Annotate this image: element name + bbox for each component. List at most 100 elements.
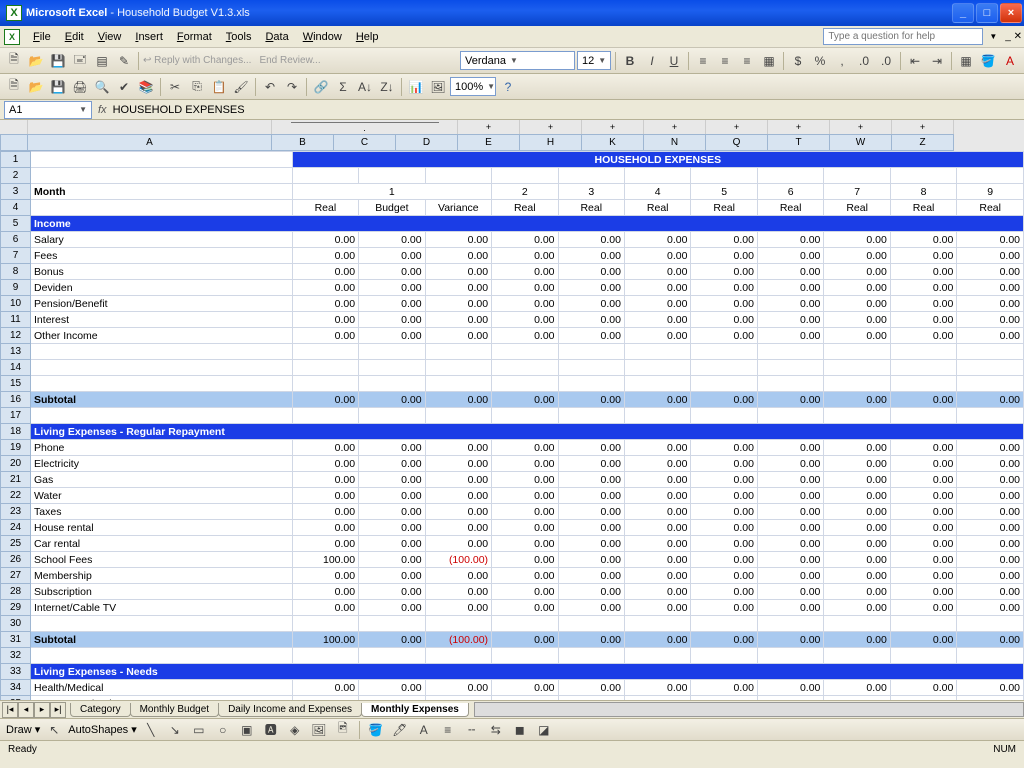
- cell[interactable]: [359, 168, 425, 184]
- cell[interactable]: [757, 168, 823, 184]
- row-header[interactable]: 4: [1, 200, 31, 216]
- cell[interactable]: 0.00: [292, 520, 358, 536]
- tab-nav-prev[interactable]: ◂: [18, 702, 34, 718]
- cell[interactable]: [425, 376, 491, 392]
- cell[interactable]: 0.00: [624, 584, 690, 600]
- outline-expand-button[interactable]: +: [768, 120, 830, 134]
- cell[interactable]: 0.00: [957, 264, 1024, 280]
- drawing-button[interactable]: 🖼: [428, 77, 448, 97]
- cell[interactable]: Salary: [31, 232, 293, 248]
- cell[interactable]: 0.00: [957, 456, 1024, 472]
- cell[interactable]: 0.00: [558, 600, 624, 616]
- cell[interactable]: 0.00: [824, 440, 890, 456]
- cell[interactable]: [957, 344, 1024, 360]
- arrow-button[interactable]: ↘: [165, 720, 185, 740]
- cell[interactable]: Living Expenses - Regular Repayment: [31, 424, 1024, 440]
- line-style-button[interactable]: ≡: [438, 720, 458, 740]
- cell[interactable]: 0.00: [824, 392, 890, 408]
- cell[interactable]: 0.00: [890, 488, 956, 504]
- cell[interactable]: 0.00: [691, 392, 757, 408]
- cell[interactable]: 0.00: [558, 280, 624, 296]
- spreadsheet-grid[interactable]: .++++++++ ABCDEHKNQTWZ 1HOUSEHOLD EXPENS…: [0, 120, 1024, 700]
- cell[interactable]: 0.00: [624, 392, 690, 408]
- cell[interactable]: Fees: [31, 248, 293, 264]
- cell[interactable]: 0.00: [425, 600, 491, 616]
- cell[interactable]: 0.00: [890, 456, 956, 472]
- cell[interactable]: 0.00: [691, 488, 757, 504]
- row-header[interactable]: 22: [1, 488, 31, 504]
- cell[interactable]: [824, 344, 890, 360]
- row-header[interactable]: 10: [1, 296, 31, 312]
- cell[interactable]: [425, 408, 491, 424]
- cell[interactable]: [292, 408, 358, 424]
- cell[interactable]: 0.00: [558, 696, 624, 701]
- cell[interactable]: 0.00: [624, 296, 690, 312]
- cell[interactable]: [292, 648, 358, 664]
- cell[interactable]: [425, 616, 491, 632]
- cell[interactable]: 0.00: [425, 536, 491, 552]
- cell[interactable]: 0.00: [824, 680, 890, 696]
- cell[interactable]: 0.00: [292, 328, 358, 344]
- cell[interactable]: 0.00: [425, 232, 491, 248]
- cell[interactable]: 100.00: [292, 552, 358, 568]
- cell[interactable]: 0.00: [359, 584, 425, 600]
- cell[interactable]: 0.00: [757, 280, 823, 296]
- cell[interactable]: 0.00: [359, 520, 425, 536]
- outline-expand-button[interactable]: .: [272, 120, 458, 134]
- cell[interactable]: 0.00: [824, 312, 890, 328]
- cell[interactable]: 0.00: [624, 328, 690, 344]
- cell[interactable]: Pension/Benefit: [31, 296, 293, 312]
- cell[interactable]: 0.00: [890, 264, 956, 280]
- cell[interactable]: 0.00: [425, 456, 491, 472]
- row-header[interactable]: 34: [1, 680, 31, 696]
- cell[interactable]: 3: [558, 184, 624, 200]
- cell[interactable]: 0.00: [558, 584, 624, 600]
- cell[interactable]: 0.00: [558, 488, 624, 504]
- cell[interactable]: 0.00: [492, 328, 558, 344]
- cell[interactable]: 0.00: [957, 552, 1024, 568]
- 3d-button[interactable]: ◪: [534, 720, 554, 740]
- row-header[interactable]: 31: [1, 632, 31, 648]
- cell[interactable]: [31, 408, 293, 424]
- cell[interactable]: 0.00: [359, 296, 425, 312]
- cell[interactable]: 0.00: [624, 632, 690, 648]
- outline-expand-button[interactable]: +: [830, 120, 892, 134]
- sort-asc-button[interactable]: A↓: [355, 77, 375, 97]
- cell[interactable]: 0.00: [957, 632, 1024, 648]
- cell[interactable]: 0.00: [824, 696, 890, 701]
- font-color-button[interactable]: A: [414, 720, 434, 740]
- cell[interactable]: 9: [957, 184, 1024, 200]
- cell[interactable]: 0.00: [359, 696, 425, 701]
- cell[interactable]: 0.00: [824, 536, 890, 552]
- cell[interactable]: 0.00: [558, 440, 624, 456]
- cell[interactable]: [957, 376, 1024, 392]
- cell[interactable]: 0.00: [558, 504, 624, 520]
- cell[interactable]: [558, 616, 624, 632]
- cell[interactable]: Living Expenses - Needs: [31, 664, 1024, 680]
- cell[interactable]: [31, 648, 293, 664]
- align-left-button[interactable]: ≡: [693, 51, 713, 71]
- cell[interactable]: [558, 168, 624, 184]
- cell[interactable]: [425, 168, 491, 184]
- cell[interactable]: [890, 616, 956, 632]
- cell[interactable]: 0.00: [359, 280, 425, 296]
- cell[interactable]: 0.00: [957, 680, 1024, 696]
- cell[interactable]: [292, 616, 358, 632]
- shadow-button[interactable]: ◼: [510, 720, 530, 740]
- cell[interactable]: [558, 408, 624, 424]
- column-header[interactable]: Q: [706, 134, 768, 151]
- sheet-tab[interactable]: Monthly Budget: [130, 703, 220, 717]
- cell[interactable]: [492, 648, 558, 664]
- cell[interactable]: [558, 648, 624, 664]
- diagram-button[interactable]: ◈: [285, 720, 305, 740]
- cell[interactable]: 0.00: [957, 504, 1024, 520]
- cell[interactable]: [31, 200, 293, 216]
- cell[interactable]: 0.00: [957, 312, 1024, 328]
- menu-data[interactable]: Data: [258, 29, 295, 45]
- cell[interactable]: 0.00: [359, 632, 425, 648]
- cell[interactable]: 0.00: [359, 600, 425, 616]
- cell[interactable]: 2: [492, 184, 558, 200]
- row-header[interactable]: 2: [1, 168, 31, 184]
- paste-button[interactable]: 📋: [209, 77, 229, 97]
- menu-file[interactable]: File: [26, 29, 58, 45]
